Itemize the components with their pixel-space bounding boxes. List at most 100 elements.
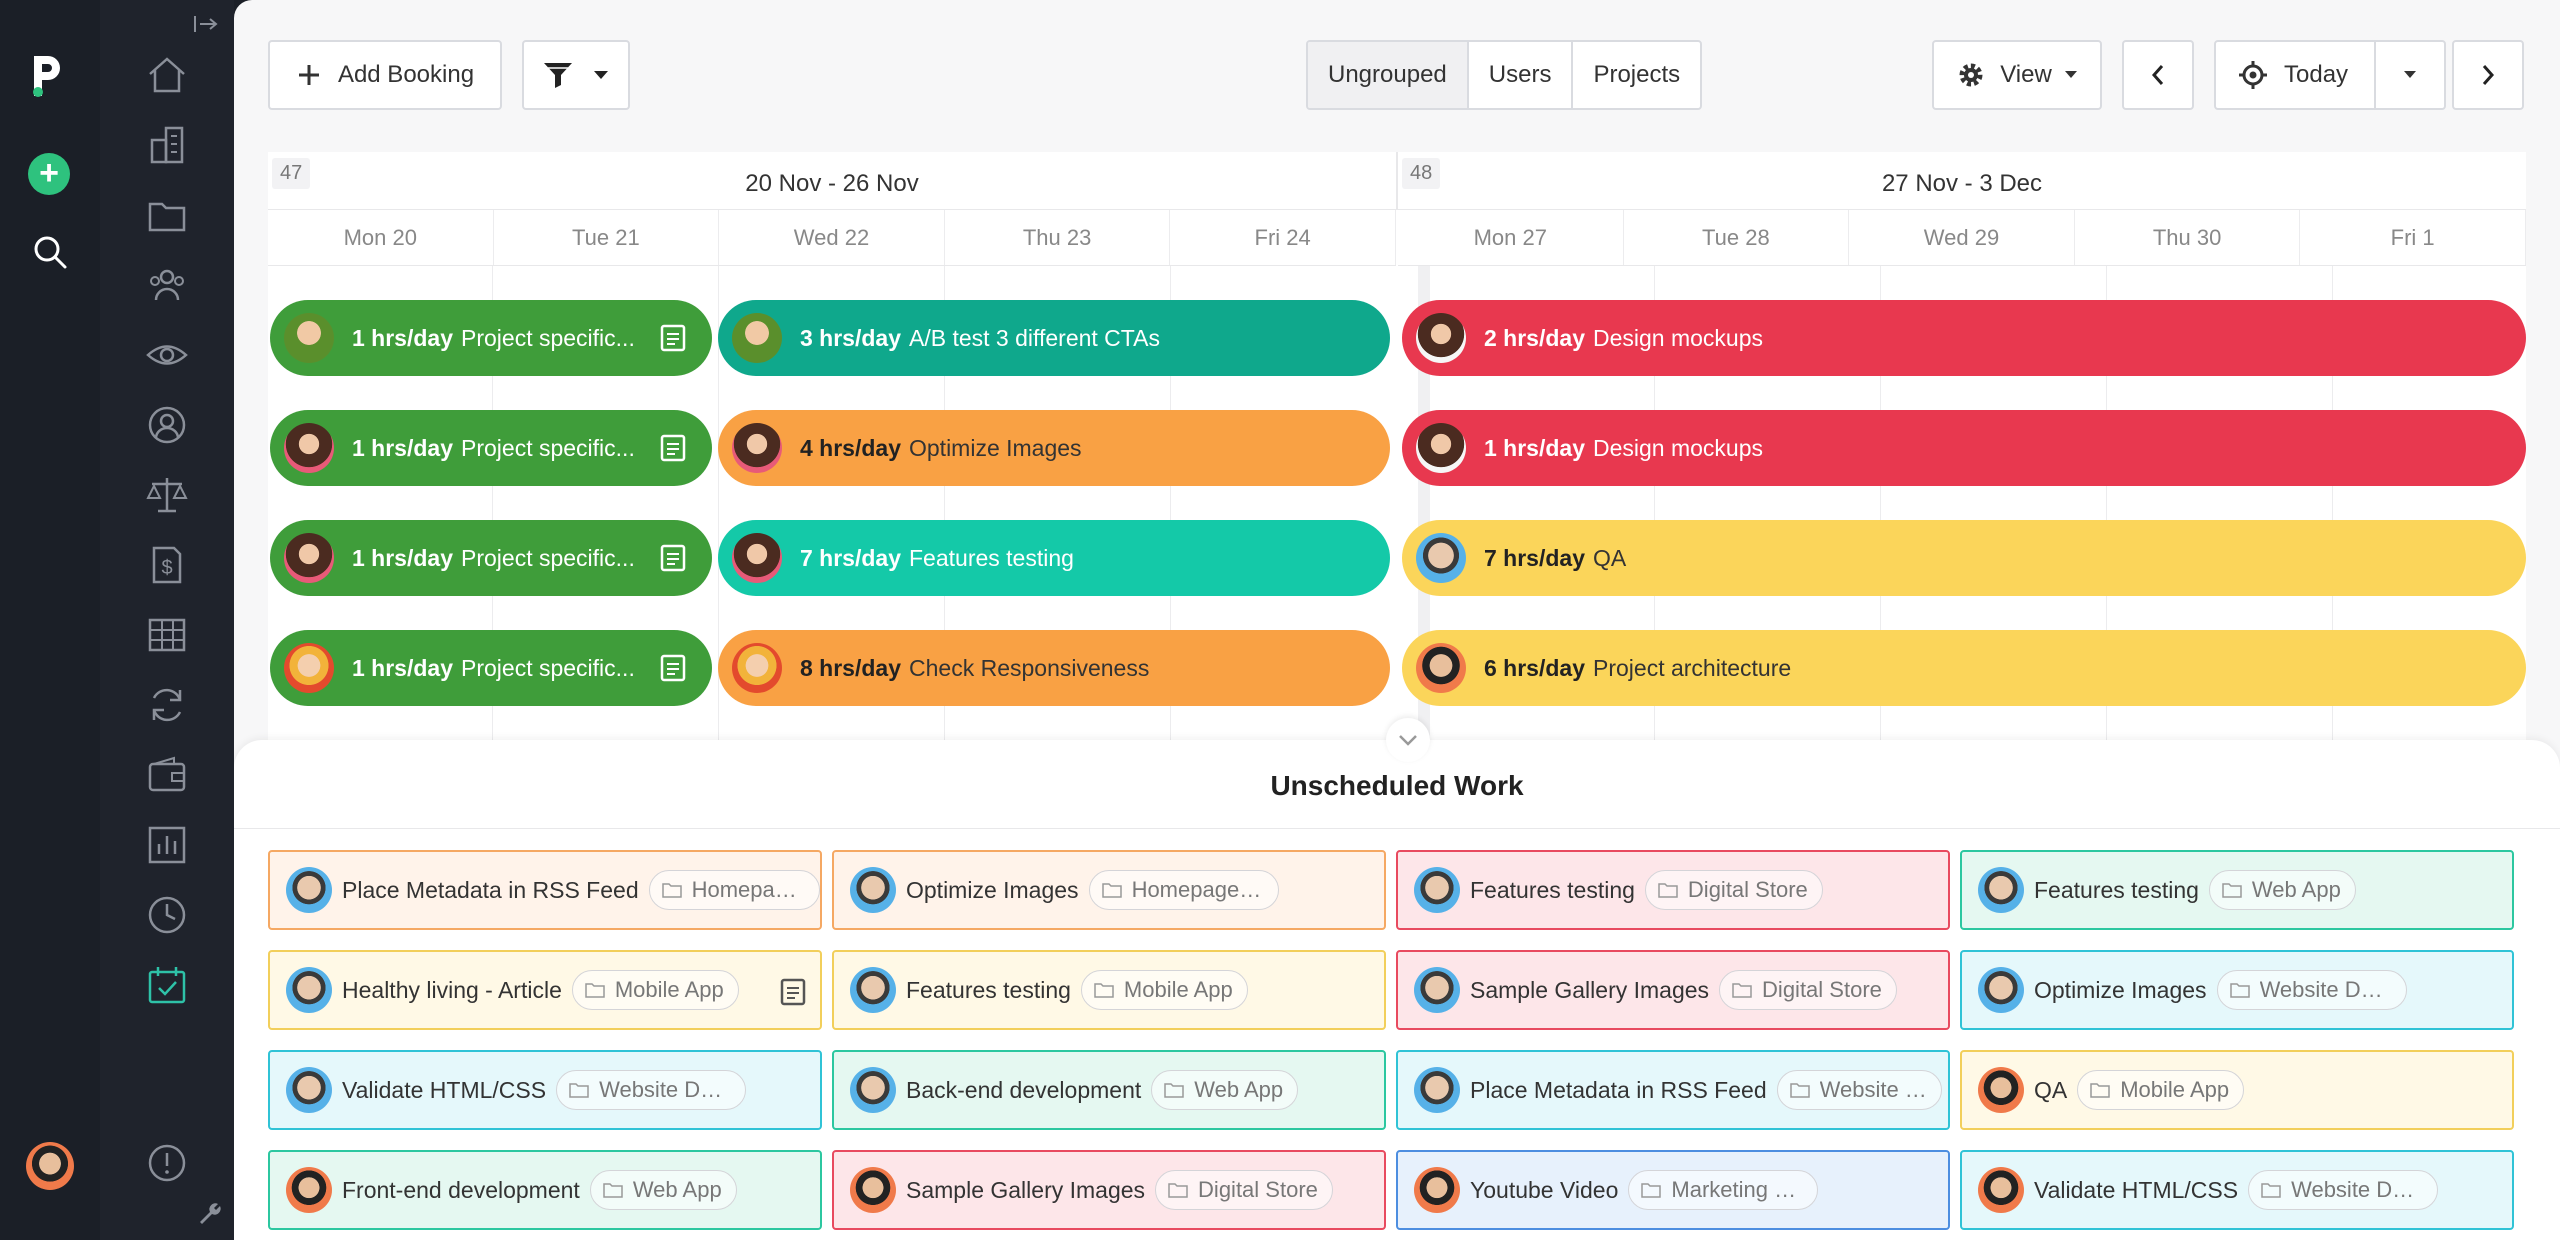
clock-icon[interactable]: [144, 892, 190, 938]
project-tag[interactable]: Digital Store: [1719, 970, 1897, 1010]
folder-icon[interactable]: [144, 192, 190, 238]
search-icon[interactable]: [30, 232, 70, 272]
project-tag[interactable]: Web App: [2208, 870, 2356, 910]
project-tag[interactable]: Website …: [1776, 1070, 1942, 1110]
booking-bar[interactable]: 7 hrs/day Features testing: [718, 520, 1390, 596]
unscheduled-task-card[interactable]: Back-end development Web App: [832, 1050, 1386, 1130]
project-tag[interactable]: Digital Store: [1155, 1170, 1333, 1210]
booking-bar[interactable]: 1 hrs/day Project specific...: [270, 520, 712, 596]
table-icon[interactable]: [144, 612, 190, 658]
create-plus-icon[interactable]: +: [28, 153, 70, 195]
project-tag[interactable]: Web App: [589, 1170, 737, 1210]
home-icon[interactable]: [144, 52, 190, 98]
project-tag[interactable]: Website Design: [556, 1070, 747, 1110]
segment-projects[interactable]: Projects: [1573, 42, 1700, 108]
notes-icon[interactable]: [660, 324, 686, 352]
folder-icon: [2261, 1183, 2281, 1198]
unscheduled-task-card[interactable]: Optimize Images Website Design: [1960, 950, 2514, 1030]
notes-icon[interactable]: [660, 544, 686, 572]
booking-title: A/B test 3 different CTAs: [909, 324, 1160, 351]
app-logo[interactable]: [28, 52, 68, 100]
wrench-icon[interactable]: [196, 1200, 222, 1226]
refresh-icon[interactable]: [144, 682, 190, 728]
add-booking-button[interactable]: Add Booking: [268, 40, 502, 110]
project-name: Homepage Design: [1131, 877, 1264, 902]
day-header: Fri 1: [2300, 210, 2526, 265]
segment-ungrouped[interactable]: Ungrouped: [1308, 42, 1469, 108]
folder-icon: [2229, 983, 2250, 998]
notes-icon[interactable]: [780, 978, 806, 1006]
project-tag[interactable]: Mobile App: [2077, 1070, 2245, 1110]
project-tag[interactable]: Marketing & Media: [1628, 1170, 1819, 1210]
unscheduled-task-card[interactable]: QA Mobile App: [1960, 1050, 2514, 1130]
user-avatar[interactable]: [26, 1142, 74, 1190]
avatar: [732, 423, 782, 473]
unscheduled-task-card[interactable]: Place Metadata in RSS Feed Website …: [1396, 1050, 1950, 1130]
info-alert-icon[interactable]: [144, 1140, 190, 1186]
segment-users[interactable]: Users: [1469, 42, 1574, 108]
user-circle-icon[interactable]: [144, 402, 190, 448]
booking-bar[interactable]: 1 hrs/day Project specific...: [270, 300, 712, 376]
view-button[interactable]: View: [1932, 40, 2102, 110]
unscheduled-task-card[interactable]: Validate HTML/CSS Website Design: [268, 1050, 822, 1130]
project-name: Web App: [2251, 877, 2341, 902]
unscheduled-task-card[interactable]: Healthy living - Article Mobile App: [268, 950, 822, 1030]
unscheduled-task-card[interactable]: Place Metadata in RSS Feed Homepag…: [268, 850, 822, 930]
unscheduled-task-card[interactable]: Front-end development Web App: [268, 1150, 822, 1230]
unscheduled-task-card[interactable]: Features testing Digital Store: [1396, 850, 1950, 930]
calendar-check-icon[interactable]: [144, 962, 190, 1008]
booking-hours: 4 hrs/day: [800, 434, 901, 461]
booking-title: Design mockups: [1593, 434, 1764, 461]
eye-icon[interactable]: [144, 332, 190, 378]
project-tag[interactable]: Digital Store: [1644, 870, 1823, 910]
unscheduled-work-panel: Unscheduled Work Place Metadata in RSS F…: [234, 718, 2560, 1240]
unscheduled-task-card[interactable]: Features testing Mobile App: [832, 950, 1386, 1030]
booking-bar[interactable]: 1 hrs/day Project specific...: [270, 410, 712, 486]
unscheduled-task-card[interactable]: Validate HTML/CSS Website Design: [1960, 1150, 2514, 1230]
project-tag[interactable]: Homepage Design: [1088, 870, 1279, 910]
project-tag[interactable]: Website Design: [2248, 1170, 2439, 1210]
week-header-47: 47 20 Nov - 26 Nov: [268, 152, 1396, 210]
chevron-down-icon: [594, 71, 608, 79]
booking-bar[interactable]: 3 hrs/day A/B test 3 different CTAs: [718, 300, 1390, 376]
project-tag[interactable]: Homepag…: [648, 870, 820, 910]
report-chart-icon[interactable]: [144, 822, 190, 868]
project-tag[interactable]: Mobile App: [1080, 970, 1248, 1010]
today-dropdown-toggle[interactable]: [2376, 42, 2444, 108]
booking-bar[interactable]: 7 hrs/day QA: [1402, 520, 2526, 596]
task-name: Place Metadata in RSS Feed: [1470, 1076, 1767, 1103]
scales-icon[interactable]: [144, 472, 190, 518]
unscheduled-task-card[interactable]: Optimize Images Homepage Design: [832, 850, 1386, 930]
next-period-button[interactable]: [2452, 40, 2524, 110]
filter-button[interactable]: [522, 40, 630, 110]
booking-bar[interactable]: 4 hrs/day Optimize Images: [718, 410, 1390, 486]
booking-bar[interactable]: 2 hrs/day Design mockups: [1402, 300, 2526, 376]
booking-bar[interactable]: 6 hrs/day Project architecture: [1402, 630, 2526, 706]
day-header: Tue 21: [494, 210, 720, 265]
wallet-icon[interactable]: [144, 752, 190, 798]
project-tag[interactable]: Mobile App: [571, 970, 739, 1010]
people-icon[interactable]: [144, 262, 190, 308]
unscheduled-task-card[interactable]: Sample Gallery Images Digital Store: [1396, 950, 1950, 1030]
unscheduled-task-card[interactable]: Youtube Video Marketing & Media: [1396, 1150, 1950, 1230]
notes-icon[interactable]: [660, 654, 686, 682]
previous-period-button[interactable]: [2122, 40, 2194, 110]
folder-icon: [2222, 883, 2242, 898]
unscheduled-task-card[interactable]: Sample Gallery Images Digital Store: [832, 1150, 1386, 1230]
booking-bar[interactable]: 1 hrs/day Project specific...: [270, 630, 712, 706]
project-tag[interactable]: Website Design: [2216, 970, 2407, 1010]
notes-icon[interactable]: [660, 434, 686, 462]
project-tag[interactable]: Web App: [1151, 1070, 1299, 1110]
collapse-sidebar-icon[interactable]: [192, 12, 220, 36]
avatar: [286, 967, 332, 1013]
invoice-dollar-icon[interactable]: $: [144, 542, 190, 588]
collapse-panel-handle[interactable]: [1386, 718, 1430, 762]
booking-bar[interactable]: 1 hrs/day Design mockups: [1402, 410, 2526, 486]
booking-hours: 6 hrs/day: [1484, 654, 1585, 681]
project-name: Mobile App: [1123, 977, 1233, 1002]
buildings-icon[interactable]: [144, 122, 190, 168]
booking-title: QA: [1593, 544, 1627, 571]
filter-icon: [544, 63, 572, 88]
unscheduled-task-card[interactable]: Features testing Web App: [1960, 850, 2514, 930]
booking-bar[interactable]: 8 hrs/day Check Responsiveness: [718, 630, 1390, 706]
